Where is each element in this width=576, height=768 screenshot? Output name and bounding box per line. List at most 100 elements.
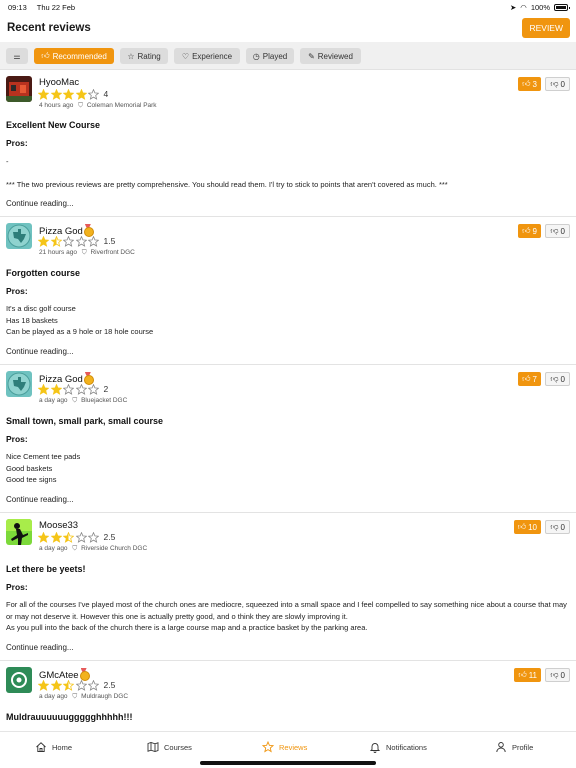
tab-courses[interactable]: Courses: [147, 740, 192, 754]
avatar[interactable]: [6, 223, 32, 249]
review-card[interactable]: Moose33 2.5 a day ago ⛉ Riverside Church…: [0, 514, 576, 661]
pros-label: Pros:: [6, 582, 28, 592]
star-half-icon: [50, 235, 62, 247]
pros-label: Pros:: [6, 138, 28, 148]
thumbs-up-icon: 👍︎: [518, 670, 527, 679]
status-time: 09:13: [8, 3, 27, 12]
heart-icon: ♡: [181, 51, 190, 61]
like-button[interactable]: 👍︎ 9: [518, 224, 541, 238]
review-title: Small town, small park, small course: [6, 416, 164, 426]
status-date: Thu 22 Feb: [36, 3, 76, 12]
like-count: 3: [532, 79, 537, 89]
dislike-button[interactable]: 👎︎ 0: [545, 77, 570, 91]
avatar[interactable]: [6, 76, 32, 102]
continue-reading-link[interactable]: Continue reading...: [6, 347, 74, 356]
filter-chip-label: Experience: [192, 51, 233, 61]
continue-reading-link[interactable]: Continue reading...: [6, 199, 74, 208]
review-course[interactable]: Muldraugh DGC: [81, 693, 128, 700]
battery-percent: 100%: [530, 3, 550, 12]
thumbs-up-icon: 👍︎: [522, 226, 531, 235]
review-body-line: For all of the courses I've played most …: [6, 600, 567, 621]
filter-chip-reviewed[interactable]: ✎ Reviewed: [300, 48, 361, 64]
review-feed[interactable]: HyooMac 4 4 hours ago ⛉ Coleman Memorial…: [0, 71, 576, 731]
status-bar: 09:13 Thu 22 Feb ➤ ◠ 100%: [0, 0, 576, 14]
course-icon: ⛉: [78, 102, 84, 109]
star-empty-icon: [88, 88, 99, 100]
star-full-icon: [38, 531, 49, 543]
review-course[interactable]: Coleman Memorial Park: [87, 102, 157, 109]
review-body-line: -: [6, 157, 9, 166]
tab-reviews[interactable]: Reviews: [262, 740, 307, 754]
thumbs-down-icon: 👎︎: [550, 226, 559, 235]
star-empty-icon: [75, 235, 87, 247]
dislike-count: 0: [560, 226, 565, 236]
dislike-button[interactable]: 👎︎ 0: [545, 372, 570, 386]
like-button[interactable]: 👍︎ 11: [514, 668, 541, 682]
dislike-button[interactable]: 👎︎ 0: [545, 668, 570, 682]
review-body-line: It's a disc golf course: [6, 304, 76, 313]
star-icon: ☆: [127, 51, 135, 61]
review-card[interactable]: HyooMac 4 4 hours ago ⛉ Coleman Memorial…: [0, 71, 576, 217]
tab-label: Courses: [164, 742, 192, 752]
review-card[interactable]: Pizza God 2 a day ago ⛉ Bluejacket DGC 👍…: [0, 366, 576, 513]
review-body-line: As you pull into the back of the church …: [6, 623, 368, 632]
course-icon: ⛉: [72, 545, 78, 552]
rating-value: 2.5: [103, 680, 116, 690]
page-title: Recent reviews: [7, 22, 91, 34]
review-card[interactable]: GMcAtee 2.5 a day ago ⛉ Muldraugh DGC 👍︎…: [0, 662, 576, 731]
pencil-icon: ✎: [308, 51, 315, 61]
tab-home[interactable]: Home: [35, 740, 72, 754]
review-title: Let there be yeets!: [6, 564, 86, 574]
star-empty-icon: [75, 531, 87, 543]
star-empty-icon: [88, 531, 99, 543]
star-empty-icon: [88, 383, 99, 395]
tab-profile[interactable]: Profile: [495, 740, 533, 754]
thumbs-down-icon: 👎︎: [550, 374, 559, 383]
tab-label: Reviews: [279, 742, 308, 752]
home-indicator[interactable]: [200, 761, 376, 765]
avatar[interactable]: [6, 371, 32, 397]
filter-chip-label: Reviewed: [317, 51, 353, 61]
tab-notifications[interactable]: Notifications: [369, 740, 427, 754]
star-full-icon: [75, 88, 87, 100]
review-time: 21 hours ago: [39, 249, 77, 256]
like-button[interactable]: 👍︎ 7: [518, 372, 541, 386]
filter-settings-button[interactable]: ⚌: [6, 48, 28, 64]
clock-icon: ◷: [252, 51, 260, 61]
star-full-icon: [38, 88, 49, 100]
filter-chip-experience[interactable]: ♡ Experience: [174, 48, 240, 64]
like-count: 10: [528, 522, 537, 532]
review-body-line: Can be played as a 9 hole or 18 hole cou…: [6, 327, 154, 336]
avatar[interactable]: [6, 667, 32, 693]
review-username[interactable]: Moose33: [39, 520, 78, 531]
review-course[interactable]: Riverside Church DGC: [81, 545, 147, 552]
review-title: Forgotten course: [6, 268, 81, 278]
tab-bar: Home Courses Reviews Notifications Profi…: [0, 731, 576, 768]
continue-reading-link[interactable]: Continue reading...: [6, 643, 74, 652]
page-header: Recent reviews REVIEW: [0, 14, 576, 42]
write-review-button[interactable]: REVIEW: [522, 18, 570, 38]
avatar[interactable]: [6, 519, 32, 545]
review-username[interactable]: HyooMac: [39, 77, 79, 88]
thumbs-up-icon: 👍︎: [522, 79, 531, 88]
filter-chip-recommended[interactable]: 👍︎ Recommended: [34, 48, 114, 64]
star-empty-icon: [88, 235, 99, 247]
medal-icon: [83, 224, 94, 237]
review-course[interactable]: Bluejacket DGC: [81, 397, 127, 404]
review-course[interactable]: Riverfront DGC: [90, 249, 134, 256]
filter-chip-rating[interactable]: ☆ Rating: [120, 48, 168, 64]
continue-reading-link[interactable]: Continue reading...: [6, 495, 74, 504]
thumbs-down-icon: 👎︎: [550, 79, 559, 88]
dislike-button[interactable]: 👎︎ 0: [545, 224, 570, 238]
rating-stars: 2.5: [38, 531, 115, 543]
filter-chip-played[interactable]: ◷ Played: [246, 48, 294, 64]
like-button[interactable]: 👍︎ 10: [513, 520, 541, 534]
review-meta: 4 hours ago ⛉ Coleman Memorial Park: [39, 102, 157, 110]
like-button[interactable]: 👍︎ 3: [518, 77, 541, 91]
sliders-icon: ⚌: [13, 51, 21, 61]
dislike-button[interactable]: 👎︎ 0: [545, 520, 570, 534]
review-body: - *** The two previous reviews are prett…: [6, 156, 568, 191]
rating-value: 4: [103, 89, 109, 99]
star-empty-icon: [75, 383, 87, 395]
review-card[interactable]: Pizza God 1.5 21 hours ago ⛉ Riverfront …: [0, 218, 576, 365]
